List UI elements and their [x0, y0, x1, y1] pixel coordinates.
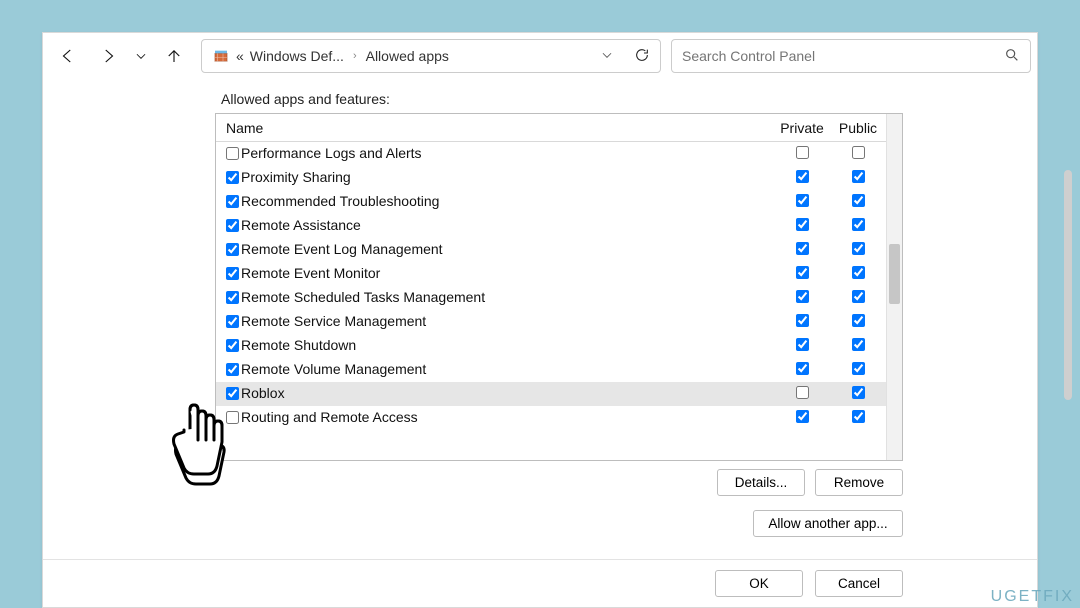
- column-name[interactable]: Name: [216, 120, 774, 136]
- cancel-button[interactable]: Cancel: [815, 570, 903, 597]
- list-body: Performance Logs and Alerts Proximity Sha…: [216, 142, 886, 460]
- app-enable-checkbox[interactable]: [226, 267, 239, 280]
- private-checkbox[interactable]: [796, 386, 809, 399]
- breadcrumb-item[interactable]: Windows Def...: [250, 48, 344, 64]
- public-checkbox[interactable]: [852, 362, 865, 375]
- recent-dropdown[interactable]: [129, 39, 153, 73]
- list-item[interactable]: Remote Service Management: [216, 310, 886, 334]
- list-item[interactable]: Remote Volume Management: [216, 358, 886, 382]
- private-checkbox[interactable]: [796, 314, 809, 327]
- app-name-label: Remote Shutdown: [241, 337, 356, 353]
- list-item[interactable]: Routing and Remote Access: [216, 406, 886, 430]
- app-enable-checkbox[interactable]: [226, 243, 239, 256]
- private-checkbox[interactable]: [796, 338, 809, 351]
- public-checkbox[interactable]: [852, 266, 865, 279]
- app-name-label: Remote Service Management: [241, 313, 426, 329]
- private-checkbox[interactable]: [796, 362, 809, 375]
- list-item[interactable]: Remote Event Log Management: [216, 238, 886, 262]
- private-checkbox[interactable]: [796, 410, 809, 423]
- address-bar[interactable]: « Windows Def... › Allowed apps: [201, 39, 661, 73]
- private-checkbox[interactable]: [796, 218, 809, 231]
- list-item[interactable]: Remote Event Monitor: [216, 262, 886, 286]
- app-enable-checkbox[interactable]: [226, 387, 239, 400]
- app-enable-checkbox[interactable]: [226, 411, 239, 424]
- control-panel-window: « Windows Def... › Allowed apps Allowed …: [42, 32, 1038, 608]
- allowed-apps-panel: Allowed apps and features: Name Private …: [215, 91, 903, 537]
- list-item[interactable]: Remote Shutdown: [216, 334, 886, 358]
- app-enable-checkbox[interactable]: [226, 195, 239, 208]
- app-enable-checkbox[interactable]: [226, 363, 239, 376]
- forward-button[interactable]: [89, 39, 127, 73]
- breadcrumb-prefix: «: [236, 48, 244, 64]
- list-item[interactable]: Proximity Sharing: [216, 166, 886, 190]
- app-enable-checkbox[interactable]: [226, 339, 239, 352]
- public-checkbox[interactable]: [852, 242, 865, 255]
- app-name-label: Remote Event Monitor: [241, 265, 380, 281]
- private-checkbox[interactable]: [796, 242, 809, 255]
- content-area: Allowed apps and features: Name Private …: [43, 79, 1037, 559]
- list-scrollbar[interactable]: [886, 114, 902, 460]
- private-checkbox[interactable]: [796, 170, 809, 183]
- scrollbar-thumb[interactable]: [889, 244, 900, 304]
- app-name-label: Recommended Troubleshooting: [241, 193, 439, 209]
- list-buttons: Details... Remove: [215, 469, 903, 496]
- app-enable-checkbox[interactable]: [226, 315, 239, 328]
- app-name-label: Remote Volume Management: [241, 361, 426, 377]
- app-enable-checkbox[interactable]: [226, 147, 239, 160]
- list-item[interactable]: Roblox: [216, 382, 886, 406]
- public-checkbox[interactable]: [852, 338, 865, 351]
- shield-icon: [212, 47, 230, 65]
- public-checkbox[interactable]: [852, 194, 865, 207]
- remove-button[interactable]: Remove: [815, 469, 903, 496]
- app-name-label: Remote Event Log Management: [241, 241, 443, 257]
- private-checkbox[interactable]: [796, 146, 809, 159]
- list-item[interactable]: Performance Logs and Alerts: [216, 142, 886, 166]
- details-button[interactable]: Details...: [717, 469, 805, 496]
- public-checkbox[interactable]: [852, 314, 865, 327]
- titlebar: « Windows Def... › Allowed apps: [43, 33, 1037, 79]
- chevron-right-icon: ›: [350, 50, 360, 62]
- search-box[interactable]: [671, 39, 1031, 73]
- public-checkbox[interactable]: [852, 146, 865, 159]
- section-label: Allowed apps and features:: [221, 91, 903, 107]
- app-name-label: Proximity Sharing: [241, 169, 351, 185]
- list-item[interactable]: Recommended Troubleshooting: [216, 190, 886, 214]
- watermark: UGETFIX: [991, 588, 1074, 606]
- private-checkbox[interactable]: [796, 266, 809, 279]
- page-scrollbar[interactable]: [1064, 170, 1072, 400]
- column-public[interactable]: Public: [830, 120, 886, 136]
- list-header: Name Private Public: [216, 114, 886, 142]
- apps-list-box: Name Private Public Performance Logs and…: [215, 113, 903, 461]
- app-name-label: Routing and Remote Access: [241, 409, 418, 425]
- app-name-label: Remote Scheduled Tasks Management: [241, 289, 485, 305]
- addr-dropdown-icon[interactable]: [600, 48, 614, 65]
- public-checkbox[interactable]: [852, 218, 865, 231]
- app-name-label: Remote Assistance: [241, 217, 361, 233]
- search-icon[interactable]: [1004, 47, 1020, 66]
- private-checkbox[interactable]: [796, 194, 809, 207]
- up-button[interactable]: [155, 39, 193, 73]
- app-enable-checkbox[interactable]: [226, 219, 239, 232]
- app-name-label: Performance Logs and Alerts: [241, 145, 422, 161]
- list-item[interactable]: Remote Scheduled Tasks Management: [216, 286, 886, 310]
- public-checkbox[interactable]: [852, 290, 865, 303]
- breadcrumb-item[interactable]: Allowed apps: [366, 48, 449, 64]
- public-checkbox[interactable]: [852, 410, 865, 423]
- private-checkbox[interactable]: [796, 290, 809, 303]
- refresh-icon[interactable]: [634, 47, 650, 66]
- ok-button[interactable]: OK: [715, 570, 803, 597]
- public-checkbox[interactable]: [852, 386, 865, 399]
- back-button[interactable]: [49, 39, 87, 73]
- search-input[interactable]: [682, 48, 1004, 64]
- app-name-label: Roblox: [241, 385, 285, 401]
- column-private[interactable]: Private: [774, 120, 830, 136]
- app-enable-checkbox[interactable]: [226, 291, 239, 304]
- dialog-footer: OK Cancel: [43, 559, 1037, 607]
- list-item[interactable]: Remote Assistance: [216, 214, 886, 238]
- public-checkbox[interactable]: [852, 170, 865, 183]
- allow-another-app-button[interactable]: Allow another app...: [753, 510, 903, 537]
- app-enable-checkbox[interactable]: [226, 171, 239, 184]
